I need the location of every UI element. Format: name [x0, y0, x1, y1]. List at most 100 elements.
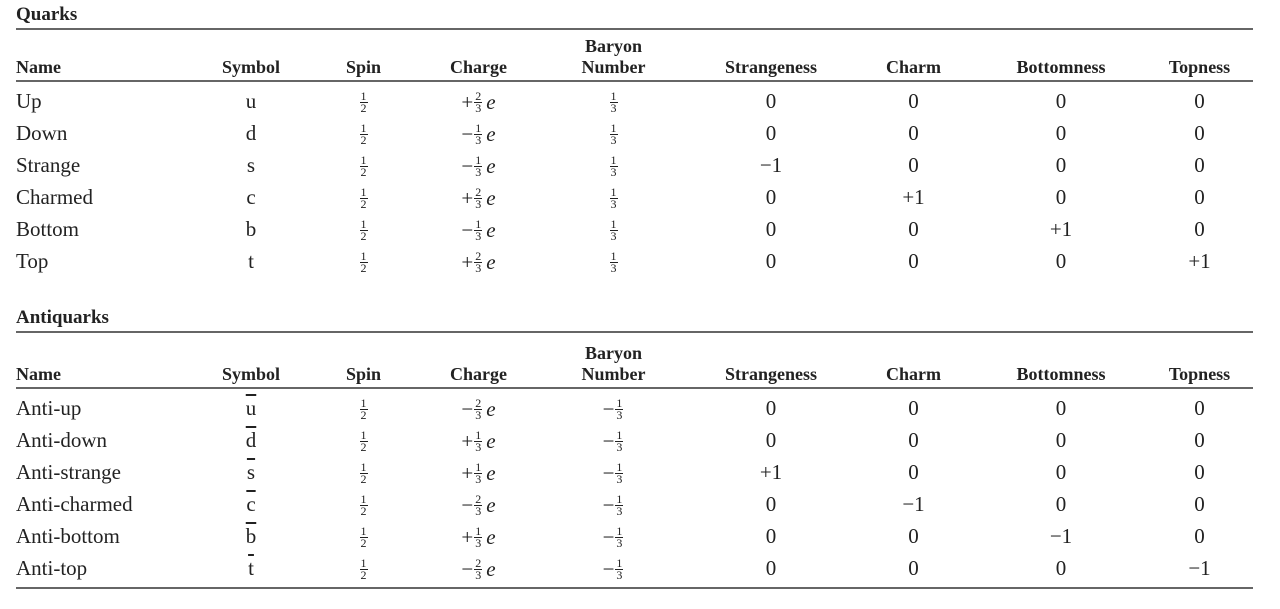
denominator: 3	[616, 535, 623, 550]
cell-spin: 12	[306, 389, 421, 425]
fraction: 12	[359, 90, 368, 116]
cell-name: Strange	[16, 153, 81, 177]
sign: +	[461, 428, 474, 453]
table-row: Anti-top t 1 2−2 3 e −1 3 0 0 0 −1	[16, 553, 1253, 585]
fraction: 12	[359, 429, 368, 455]
cell-charge: +2 3 e	[421, 82, 536, 118]
header-bottomness: Bottomness	[1016, 57, 1106, 77]
header-baryon-bottom: Number	[581, 57, 646, 77]
cell-spin: 12	[306, 489, 421, 521]
fraction: 13	[609, 154, 618, 178]
cell-spin: 12	[306, 246, 421, 278]
sign: −	[461, 217, 474, 242]
header-bottomness: Bottomness	[1016, 364, 1106, 384]
cell-topness: 0	[1194, 396, 1205, 420]
cell-charm: 0	[908, 89, 919, 113]
sign: −	[461, 396, 474, 421]
fraction: 13	[474, 429, 483, 453]
denominator: 3	[616, 567, 623, 582]
cell-bottomness: 0	[1055, 153, 1067, 177]
cell-strangeness: 0	[765, 121, 777, 145]
cell-bottomness: 0	[1055, 556, 1067, 580]
quarks-table: Name Symbol Spin Charge Baryon Number Str…	[16, 30, 1253, 278]
cell-bottomness: 0	[1055, 89, 1067, 113]
fraction: 12	[359, 525, 368, 549]
cell-charm: 0	[908, 217, 919, 241]
table-row: Anti-bottom b 1 2 +1 3 e −1 3 0 0 −1 0	[16, 521, 1253, 553]
cell-spin: 12	[306, 182, 421, 214]
cell-charm: 0	[908, 396, 919, 420]
fraction: 13	[474, 218, 483, 242]
header-spin: Spin	[345, 57, 382, 77]
fraction: 13	[474, 122, 483, 147]
fraction: 13	[615, 429, 624, 453]
cell-name: Anti-charmed	[16, 492, 133, 516]
cell-charge: +1 3 e	[421, 425, 536, 457]
table-row: Top t 1 2 +2 3 e 1 3 0 0 0 +1	[16, 246, 1253, 278]
cell-bottomness: 0	[1055, 185, 1067, 209]
cell-charm: 0	[908, 460, 919, 484]
fraction: 12	[359, 493, 368, 517]
header-name: Name	[16, 364, 61, 384]
denominator: 2	[360, 568, 367, 583]
cell-spin: 12	[306, 457, 421, 489]
denominator: 2	[360, 197, 367, 212]
cell-charm: 0	[908, 153, 919, 177]
cell-symbol: t	[248, 556, 254, 580]
fraction: 12	[359, 154, 368, 178]
fraction: 12	[359, 186, 368, 212]
sign: −	[602, 460, 615, 485]
cell-bottomness: 0	[1055, 428, 1067, 452]
cell-charge: +1 3 e	[421, 521, 536, 553]
cell-spin: 12	[306, 150, 421, 182]
cell-charge: −1 3 e	[421, 150, 536, 182]
quarks-body: Up u 1 2 +2 3 e 1 3 0 0 0 0 Down d 1 2−1 3 e 1 3 0 0 0 0 Strange s…	[16, 82, 1253, 278]
fraction: 23	[474, 250, 483, 274]
cell-charge: +1 3 e	[421, 457, 536, 489]
denominator: 3	[616, 407, 623, 422]
denominator: 2	[360, 440, 367, 455]
cell-strangeness: +1	[759, 460, 783, 484]
denominator: 3	[475, 407, 482, 422]
header-row: Name Symbol Spin Charge Baryon Number Str…	[16, 333, 1253, 387]
cell-bottomness: 0	[1055, 249, 1067, 273]
cell-symbol: u	[245, 396, 257, 420]
cell-baryon-number: 13	[536, 246, 691, 278]
fraction: 13	[474, 525, 483, 550]
fraction: 12	[359, 218, 368, 242]
denominator: 3	[475, 132, 482, 147]
cell-topness: +1	[1188, 249, 1211, 273]
header-strangeness: Strangeness	[724, 364, 817, 384]
sign: +	[461, 185, 474, 210]
sign: −	[461, 153, 474, 178]
sign: −	[602, 524, 615, 549]
denominator: 3	[610, 197, 617, 212]
cell-charm: 0	[908, 249, 919, 273]
cell-name: Anti-bottom	[16, 524, 120, 548]
sign: +	[461, 89, 474, 114]
fraction: 23	[474, 397, 483, 422]
charge-unit: e	[486, 396, 496, 421]
denominator: 3	[475, 535, 482, 550]
cell-symbol: d	[245, 121, 257, 145]
cell-baryon-number: 13	[536, 150, 691, 182]
fraction: 13	[615, 461, 624, 486]
cell-topness: 0	[1194, 153, 1205, 177]
charge-unit: e	[486, 492, 496, 517]
sign: +	[461, 249, 474, 274]
cell-charge: −1 3 e	[421, 214, 536, 246]
fraction: 13	[609, 186, 618, 212]
cell-spin: 12	[306, 425, 421, 457]
antiquarks-section: Antiquarks Name Symbol Spin Charge Baryo…	[16, 305, 1253, 589]
sign: +	[461, 524, 474, 549]
denominator: 3	[610, 261, 617, 276]
cell-baryon-number: 13	[536, 214, 691, 246]
cell-name: Anti-top	[16, 556, 88, 580]
denominator: 2	[360, 101, 367, 116]
denominator: 3	[610, 101, 617, 116]
cell-charm: −1	[902, 492, 925, 516]
header-topness: Topness	[1168, 364, 1231, 384]
denominator: 3	[616, 471, 623, 486]
cell-charge: −2 3 e	[421, 389, 536, 425]
header-charge: Charge	[450, 364, 507, 384]
